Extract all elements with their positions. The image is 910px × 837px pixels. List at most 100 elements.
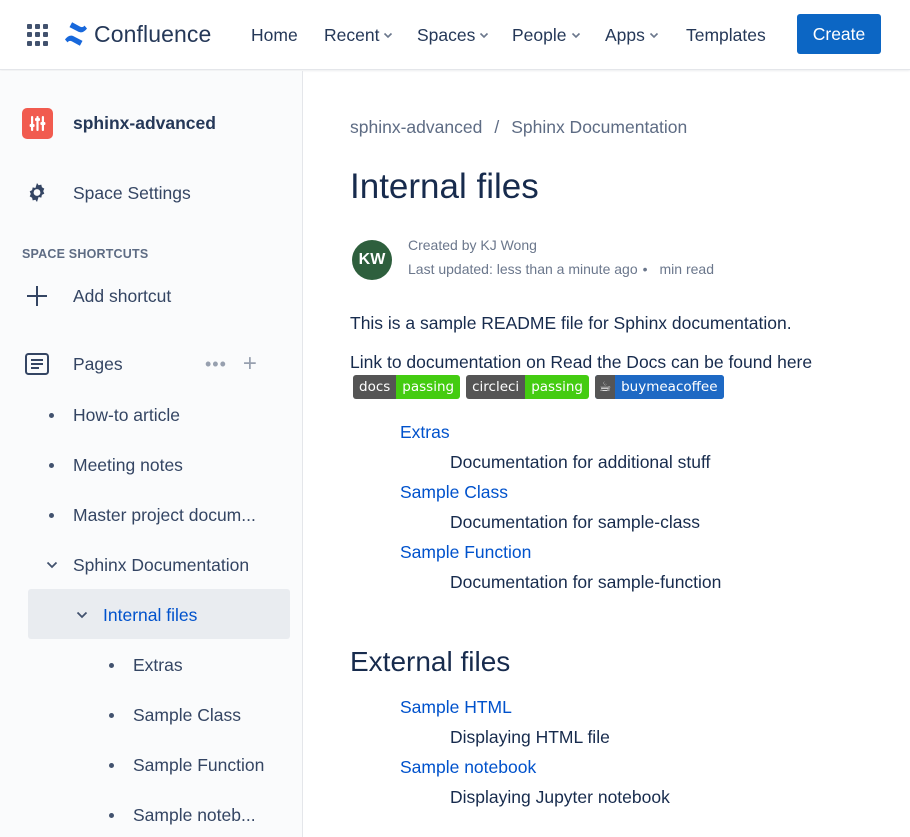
tree-item-label: Sphinx Documentation [73,554,250,575]
link-sample-html[interactable]: Sample HTML [400,697,512,718]
read-time: min read [659,261,714,277]
breadcrumb-parent-page[interactable]: Sphinx Documentation [511,117,687,138]
created-by: Created by KJ Wong [408,237,537,253]
space-header[interactable]: sphinx-advanced [22,107,216,139]
add-shortcut-button[interactable]: Add shortcut [22,281,171,311]
tree-item-label: Master project docum... [73,504,256,525]
add-shortcut-label: Add shortcut [73,285,172,306]
space-settings-label: Space Settings [73,182,191,203]
desc-sample-notebook: Displaying Jupyter notebook [450,787,670,807]
tree-item-how-to-article[interactable]: How-to article [49,400,180,430]
sliders-icon [29,115,46,131]
page-metadata: Last updated: less than a minute ago • m… [408,261,714,277]
gear-icon [22,178,52,208]
nav-people[interactable]: People [512,24,581,46]
pages-section[interactable]: Pages [22,349,123,379]
more-actions-icon[interactable]: ••• [205,354,227,375]
link-sample-function[interactable]: Sample Function [400,542,531,563]
nav-recent[interactable]: Recent [324,24,393,46]
top-navigation: Confluence Home Recent Spaces People App… [0,0,910,70]
chevron-down-icon[interactable] [45,558,59,572]
breadcrumb: sphinx-advanced / Sphinx Documentation [350,117,687,138]
tree-item-meeting-notes[interactable]: Meeting notes [49,450,183,480]
nav-recent-label: Recent [324,24,380,45]
tree-item-label: How-to article [73,404,180,425]
app-switcher-icon[interactable] [27,24,49,46]
desc-extras: Documentation for additional stuff [450,452,711,472]
space-name: sphinx-advanced [73,112,216,133]
tree-item-sample-notebook[interactable]: Sample noteb... [109,800,256,830]
chevron-down-icon[interactable] [75,608,89,622]
pages-label: Pages [73,353,123,374]
chevron-down-icon [571,32,580,39]
nav-people-label: People [512,24,567,45]
desc-sample-function: Documentation for sample-function [450,572,722,592]
author-avatar[interactable]: KW [352,240,392,280]
docs-badge[interactable]: docs passing [353,375,461,399]
intro-paragraph: This is a sample README file for Sphinx … [350,313,792,333]
tree-item-label: Sample noteb... [133,804,256,825]
breadcrumb-space[interactable]: sphinx-advanced [350,117,482,138]
nav-apps[interactable]: Apps [605,24,659,46]
logo-text: Confluence [94,20,212,47]
confluence-logo-icon [65,22,87,46]
desc-sample-class: Documentation for sample-class [450,512,700,532]
tree-item-sample-class[interactable]: Sample Class [109,700,241,730]
badge-label: docs [353,375,397,399]
bullet-icon [109,662,114,668]
pages-icon [22,349,52,379]
last-updated: Last updated: less than a minute ago [408,261,638,277]
link-sample-class[interactable]: Sample Class [400,482,508,503]
tree-item-extras[interactable]: Extras [109,650,183,680]
space-shortcuts-header: SPACE SHORTCUTS [22,247,149,261]
meta-separator: • [642,261,648,277]
chevron-down-icon [480,32,489,39]
tree-item-label: Sample Class [133,704,241,725]
badge-label: circleci [466,375,526,399]
badge-status: passing [396,375,461,399]
nav-home[interactable]: Home [251,24,298,46]
bullet-icon [49,512,54,518]
badge-row: docs passing circleci passing ☕ buymeaco… [353,375,730,399]
nav-templates-label: Templates [686,24,766,45]
bullet-icon [109,712,114,718]
tree-item-label: Meeting notes [73,454,183,475]
nav-apps-label: Apps [605,24,645,45]
chevron-down-icon [649,32,658,39]
circleci-badge[interactable]: circleci passing [466,375,589,399]
nav-home-label: Home [251,24,298,45]
space-settings-link[interactable]: Space Settings [22,178,191,208]
buymeacoffee-badge[interactable]: ☕ buymeacoffee [594,375,724,399]
sidebar: sphinx-advanced Space Settings SPACE SHO… [0,71,303,837]
link-sample-notebook[interactable]: Sample notebook [400,757,536,778]
plus-icon [22,281,52,311]
badge-label: buymeacoffee [615,375,724,399]
breadcrumb-separator: / [494,117,500,137]
create-button[interactable]: Create [797,14,881,54]
tree-item-label: Internal files [103,604,198,625]
bullet-icon [109,812,114,818]
link-extras[interactable]: Extras [400,422,450,443]
desc-sample-html: Displaying HTML file [450,727,610,747]
space-avatar [22,107,53,139]
tree-item-sample-function[interactable]: Sample Function [109,750,264,780]
tree-item-label: Sample Function [133,754,265,775]
badge-status: passing [525,375,589,399]
bullet-icon [49,412,54,418]
pages-actions: ••• + [205,352,257,376]
nav-spaces[interactable]: Spaces [417,24,489,46]
tree-item-internal-files[interactable]: Internal files [75,600,197,630]
docs-link-paragraph: Link to documentation on Read the Docs c… [350,352,813,372]
confluence-logo[interactable]: Confluence [63,18,211,50]
bullet-icon [109,762,114,768]
nav-spaces-label: Spaces [417,24,476,45]
chevron-down-icon [384,32,393,39]
bullet-icon [49,462,54,468]
tree-item-sphinx-documentation[interactable]: Sphinx Documentation [45,550,249,580]
create-page-icon[interactable]: + [243,352,257,376]
page-title: Internal files [350,167,539,206]
external-files-heading: External files [350,646,511,677]
nav-templates[interactable]: Templates [686,24,766,46]
tree-item-master-project[interactable]: Master project docum... [49,500,256,530]
coffee-icon: ☕ [594,375,616,399]
